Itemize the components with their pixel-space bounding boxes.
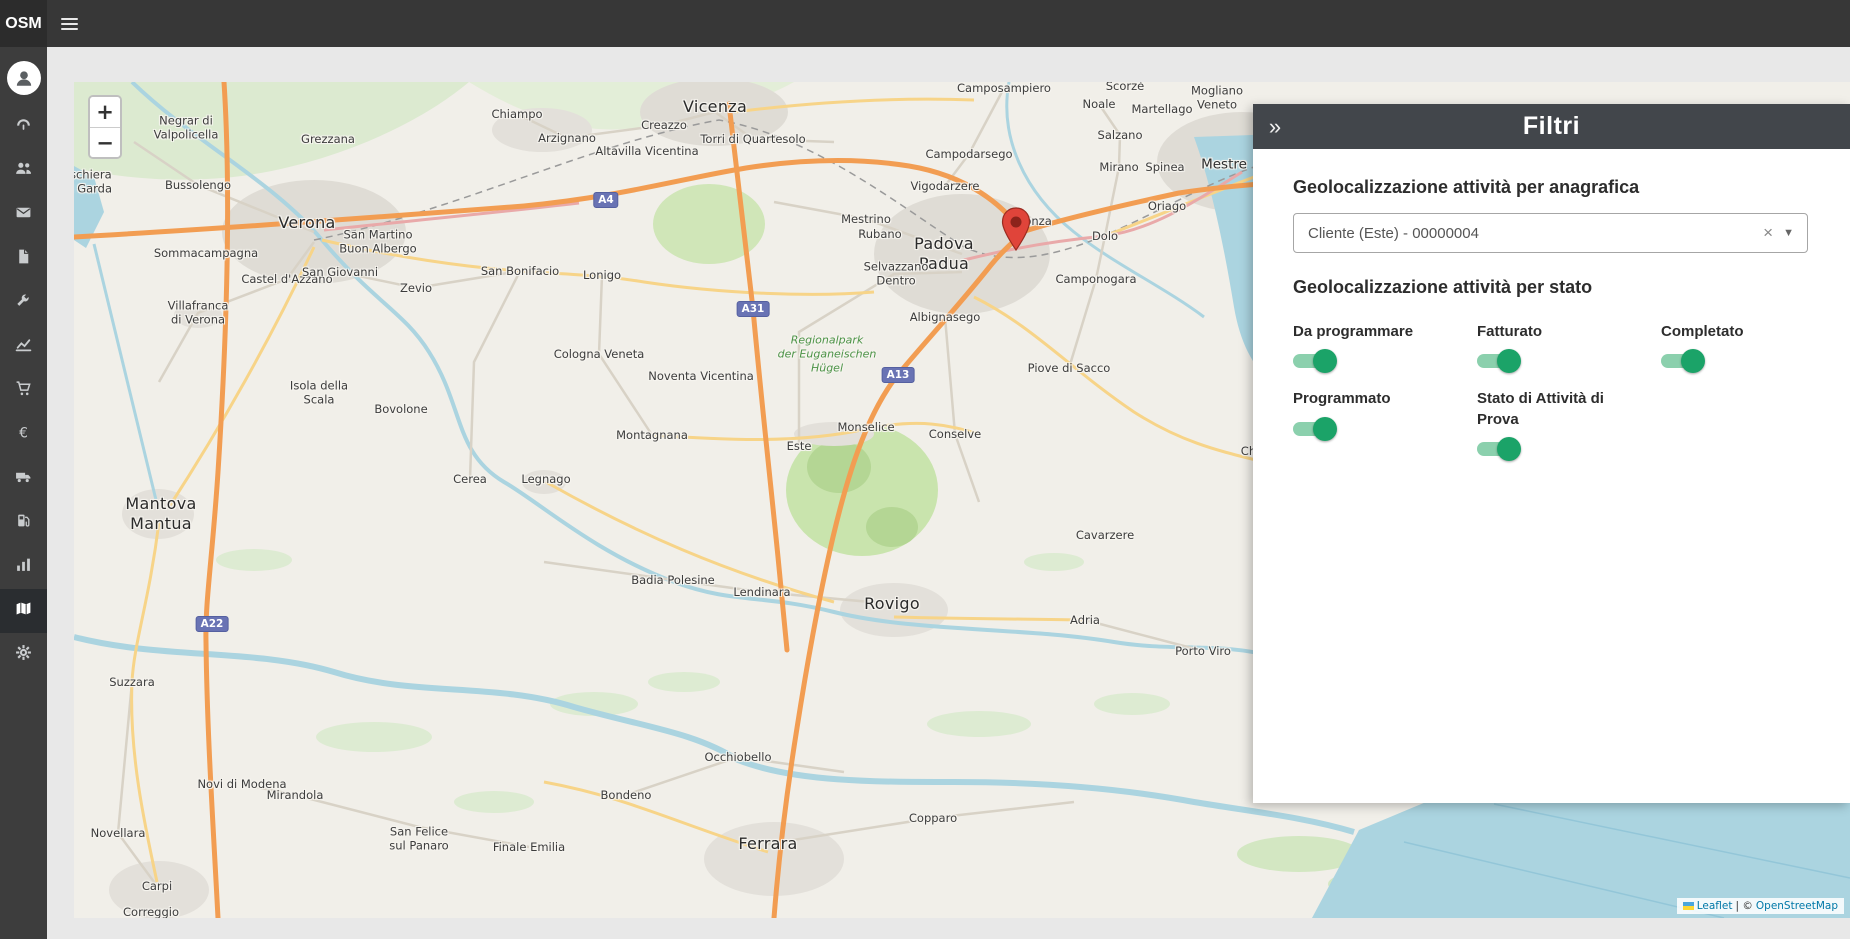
gear-icon — [15, 644, 32, 666]
svg-text:€: € — [19, 425, 28, 441]
toggle-cell-programmato: Programmato — [1293, 389, 1477, 461]
attribution-separator: | © — [1736, 900, 1753, 912]
sidebar-nav: € — [0, 105, 47, 677]
chartline-icon — [15, 336, 32, 358]
zoom-out-button[interactable]: − — [90, 127, 120, 157]
chevron-down-icon[interactable]: ▼ — [1783, 227, 1807, 239]
toggle-completato[interactable] — [1661, 349, 1707, 373]
toggle-cell-stato-di-attivita-di-prova: Stato di Attività di Prova — [1477, 389, 1661, 461]
filters-title: Filtri — [1253, 112, 1850, 141]
toggle-label-stato-di-attivita-di-prova: Stato di Attività di Prova — [1477, 389, 1632, 430]
sidebar-item-documents[interactable] — [0, 237, 47, 281]
sidebar-item-tools[interactable] — [0, 281, 47, 325]
anagrafica-heading: Geolocalizzazione attività per anagrafic… — [1293, 177, 1808, 198]
users-icon — [15, 160, 32, 182]
gauge-icon — [15, 116, 32, 138]
cliente-select[interactable]: Cliente (Este) - 00000004 × ▼ — [1293, 213, 1808, 253]
leaflet-link[interactable]: Leaflet — [1697, 900, 1733, 912]
zoom-control: + − — [88, 95, 122, 159]
toggle-cell-completato: Completato — [1661, 322, 1808, 373]
toggle-label-fatturato: Fatturato — [1477, 322, 1632, 342]
toggle-label-da-programmare: Da programmare — [1293, 322, 1448, 342]
doc-icon — [15, 248, 32, 270]
collapse-panel-button[interactable]: » — [1253, 104, 1297, 149]
map-attribution: Leaflet | © OpenStreetMap — [1677, 898, 1844, 914]
avatar[interactable] — [7, 61, 41, 95]
sidebar-item-statistics[interactable] — [0, 545, 47, 589]
sidebar-item-messages[interactable] — [0, 193, 47, 237]
toggle-stato-di-attivita-di-prova[interactable] — [1477, 437, 1523, 461]
filters-panel: » Filtri Geolocalizzazione attività per … — [1253, 104, 1850, 803]
user-icon — [13, 67, 35, 89]
sidebar-item-billing[interactable]: € — [0, 413, 47, 457]
osm-link[interactable]: OpenStreetMap — [1756, 900, 1838, 912]
euro-icon: € — [15, 424, 32, 446]
mail-icon — [15, 204, 32, 226]
stato-heading: Geolocalizzazione attività per stato — [1293, 277, 1808, 298]
filters-header: » Filtri — [1253, 104, 1850, 149]
sidebar-item-orders[interactable] — [0, 369, 47, 413]
toggle-fatturato[interactable] — [1477, 349, 1523, 373]
clear-selection-icon[interactable]: × — [1753, 223, 1783, 243]
toggle-programmato[interactable] — [1293, 417, 1339, 441]
toggle-cell-da-programmare: Da programmare — [1293, 322, 1477, 373]
toggle-cell-fatturato: Fatturato — [1477, 322, 1661, 373]
topbar: OSM — [0, 0, 1850, 47]
wrench-icon — [15, 292, 32, 314]
toggle-da-programmare[interactable] — [1293, 349, 1339, 373]
sidebar-item-reports[interactable] — [0, 325, 47, 369]
sidebar-item-map[interactable] — [0, 589, 47, 633]
bars-icon — [15, 556, 32, 578]
ukraine-flag-icon — [1683, 902, 1694, 910]
toggles-grid: Da programmare Fatturato Completato Program… — [1293, 322, 1808, 461]
toggle-label-programmato: Programmato — [1293, 389, 1448, 409]
sidebar-item-settings[interactable] — [0, 633, 47, 677]
cart-icon — [15, 380, 32, 402]
cliente-select-value: Cliente (Este) - 00000004 — [1294, 225, 1753, 242]
filters-body: Geolocalizzazione attività per anagrafic… — [1253, 149, 1850, 803]
sidebar-item-fuel[interactable] — [0, 501, 47, 545]
app-logo[interactable]: OSM — [0, 0, 47, 47]
menu-icon[interactable] — [61, 0, 78, 47]
zoom-in-button[interactable]: + — [90, 97, 120, 127]
pump-icon — [15, 512, 32, 534]
sidebar-item-dashboard[interactable] — [0, 105, 47, 149]
sidebar: € — [0, 47, 47, 939]
map-icon — [15, 600, 32, 622]
map-marker[interactable] — [1001, 207, 1031, 251]
toggle-label-completato: Completato — [1661, 322, 1808, 342]
sidebar-item-vehicles[interactable] — [0, 457, 47, 501]
sidebar-item-users[interactable] — [0, 149, 47, 193]
truck-icon — [15, 468, 32, 490]
